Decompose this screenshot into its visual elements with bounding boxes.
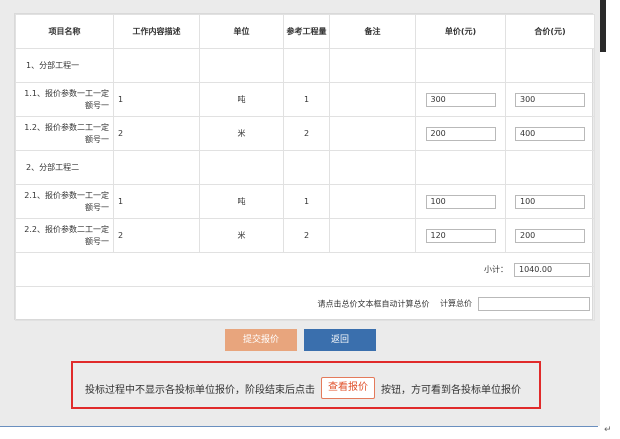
price-cell [415,218,506,253]
paragraph-return-icon: ↵ [604,425,612,435]
row-unit: 米 [199,218,284,253]
row-desc: 2 [113,218,200,253]
row-qty: 1 [283,82,330,117]
row-unit: 吨 [199,82,284,117]
table-row: 1.2、报价参数二工一定额号一 2 米 2 [15,116,595,151]
total-cell-row: 请点击总价文本框自动计算总价 计算总价 [15,286,595,321]
table-row: 2.2、报价参数二工一定额号一 2 米 2 [15,218,595,253]
price-cell [415,184,506,219]
price-cell [415,116,506,151]
back-button[interactable]: 返回 [304,329,376,351]
unit-price-input[interactable] [425,228,496,243]
scrollbar[interactable] [600,0,606,52]
total-row: 请点击总价文本框自动计算总价 计算总价 [15,286,595,321]
header-item-name: 项目名称 [15,14,114,49]
table-header-row: 项目名称 工作内容描述 单位 参考工程量 备注 单价(元) 合价(元) [15,14,595,49]
notice-text: 投标过程中不显示各投标单位报价，阶段结束后点击 查看报价 按钮，方可看到各投标单… [85,377,521,399]
subtotal-cell: 小计： [15,252,595,287]
row-note [329,218,416,253]
header-unit: 单位 [199,14,284,49]
table-row: 2.1、报价参数一工一定额号一 1 吨 1 [15,184,595,219]
quote-table: 项目名称 工作内容描述 单位 参考工程量 备注 单价(元) 合价(元) 1、分部… [15,14,595,321]
total-prompt: 请点击总价文本框自动计算总价 [317,299,430,308]
row-desc: 1 [113,184,200,219]
header-work-desc: 工作内容描述 [113,14,200,49]
row-qty: 2 [283,218,330,253]
unit-price-input[interactable] [425,92,496,107]
view-quote-button[interactable]: 查看报价 [321,377,375,399]
notice-box: 投标过程中不显示各投标单位报价，阶段结束后点击 查看报价 按钮，方可看到各投标单… [71,361,541,409]
total-price-field[interactable] [478,296,590,311]
submit-quote-button[interactable]: 提交报价 [225,329,297,351]
total-cell [505,116,595,151]
total-label: 计算总价 [440,299,472,308]
group-name: 1、分部工程一 [15,48,114,83]
total-price-input[interactable] [515,92,585,107]
row-item-name: 1.2、报价参数二工一定额号一 [15,116,114,151]
quote-table-container: 项目名称 工作内容描述 单位 参考工程量 备注 单价(元) 合价(元) 1、分部… [14,13,595,321]
total-cell [505,218,595,253]
total-price-input[interactable] [515,126,585,141]
row-item-name: 2.1、报价参数一工一定额号一 [15,184,114,219]
row-desc: 2 [113,116,200,151]
total-price-input[interactable] [515,228,585,243]
row-item-name: 2.2、报价参数二工一定额号一 [15,218,114,253]
total-price-input[interactable] [515,194,585,209]
row-unit: 米 [199,116,284,151]
total-cell [505,184,595,219]
table-row: 1.1、报价参数一工一定额号一 1 吨 1 [15,82,595,117]
header-total-price: 合价(元) [505,14,595,49]
subtotal-input[interactable] [514,262,590,277]
header-ref-qty: 参考工程量 [283,14,330,49]
row-item-name: 1.1、报价参数一工一定额号一 [15,82,114,117]
subtotal-row: 小计： [15,252,595,287]
subtotal-label: 小计： [484,265,508,274]
notice-text-before: 投标过程中不显示各投标单位报价，阶段结束后点击 [85,384,315,396]
total-cell [505,82,595,117]
header-note: 备注 [329,14,416,49]
row-desc: 1 [113,82,200,117]
row-note [329,116,416,151]
price-cell [415,82,506,117]
unit-price-input[interactable] [425,126,496,141]
row-unit: 吨 [199,184,284,219]
group-row: 2、分部工程二 [15,150,595,185]
row-note [329,184,416,219]
row-qty: 2 [283,116,330,151]
unit-price-input[interactable] [425,194,496,209]
header-unit-price: 单价(元) [415,14,506,49]
bottom-divider [0,426,598,427]
row-qty: 1 [283,184,330,219]
group-row: 1、分部工程一 [15,48,595,83]
notice-text-after: 按钮，方可看到各投标单位报价 [381,384,521,396]
row-note [329,82,416,117]
group-name: 2、分部工程二 [15,150,114,185]
